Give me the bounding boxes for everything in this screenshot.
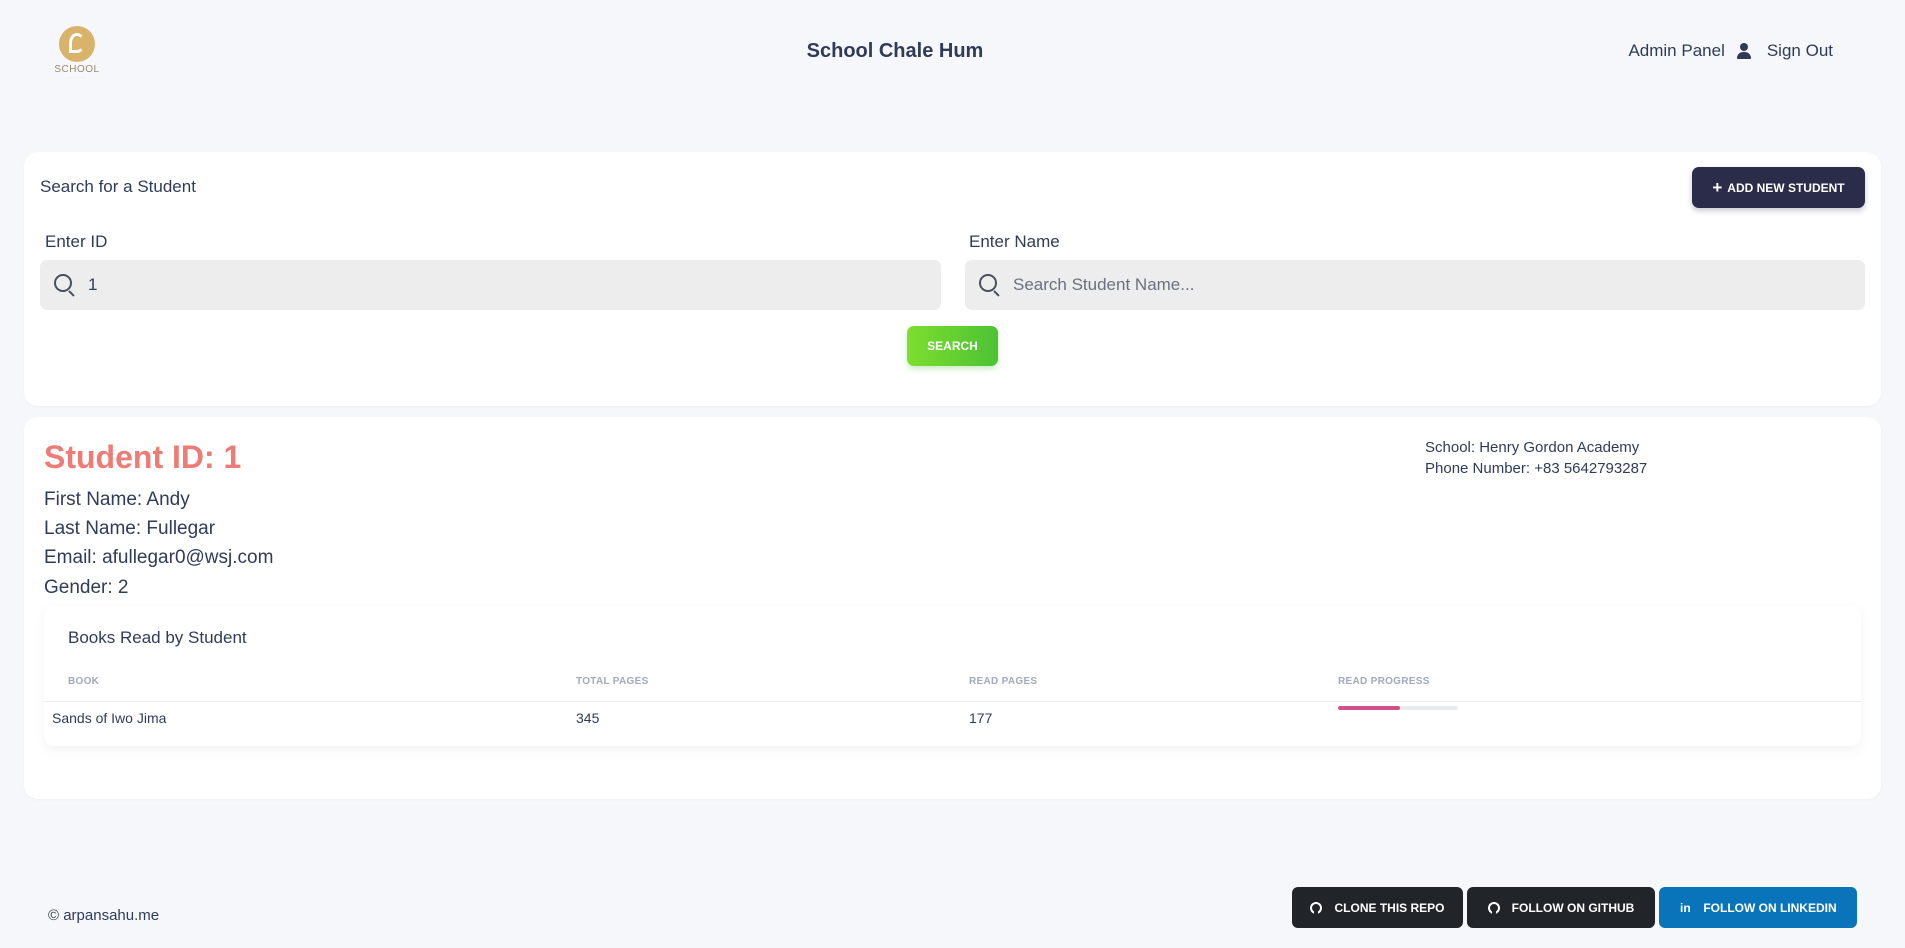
student-id-heading: Student ID: 1 <box>44 439 242 475</box>
id-field-label: Enter ID <box>45 232 108 251</box>
search-icon <box>54 274 76 297</box>
search-card: Search for a Student + ADD NEW STUDENT E… <box>24 152 1881 406</box>
id-input[interactable] <box>88 275 809 295</box>
admin-panel-link[interactable]: Admin Panel <box>1628 41 1724 61</box>
copyright-text: © arpansahu.me <box>48 907 160 924</box>
student-last-name: Last Name: Fullegar <box>44 518 216 539</box>
top-navbar: SCHOOL ········ School Chale Hum Admin P… <box>0 0 1905 100</box>
user-menu: Admin Panel Sign Out <box>1628 41 1833 61</box>
column-header-read-pages: READ PAGES <box>969 676 1038 687</box>
cell-read-pages: 177 <box>969 710 993 726</box>
column-header-total-pages: TOTAL PAGES <box>576 676 649 687</box>
table-divider <box>44 701 1861 702</box>
column-header-read-progress: READ PROGRESS <box>1338 676 1430 687</box>
name-input[interactable] <box>1013 275 1733 295</box>
student-first-name: First Name: Andy <box>44 489 190 510</box>
follow-github-label: FOLLOW ON GITHUB <box>1511 900 1635 915</box>
plus-icon: + <box>1712 178 1723 197</box>
read-progress-bar <box>1338 706 1458 710</box>
cell-book: Sands of Iwo Jima <box>52 710 167 726</box>
logo-text: SCHOOL <box>54 64 100 75</box>
clone-repo-button[interactable]: CLONE THIS REPO <box>1292 887 1463 928</box>
books-read-table: Books Read by Student BOOK TOTAL PAGES R… <box>44 606 1861 746</box>
app-title: School Chale Hum <box>806 40 984 62</box>
github-icon <box>1487 901 1500 914</box>
id-field[interactable] <box>40 260 941 310</box>
follow-linkedin-label: FOLLOW ON LINKEDIN <box>1703 900 1837 915</box>
name-field[interactable] <box>965 260 1865 310</box>
search-icon <box>979 274 1001 297</box>
student-school: School: Henry Gordon Academy <box>1425 439 1640 456</box>
books-table-title: Books Read by Student <box>68 628 247 647</box>
student-email: Email: afullegar0@wsj.com <box>44 547 274 568</box>
search-button[interactable]: SEARCH <box>907 326 998 366</box>
github-icon <box>1310 901 1323 914</box>
user-icon <box>1736 43 1751 59</box>
follow-linkedin-button[interactable]: in FOLLOW ON LINKEDIN <box>1659 887 1857 928</box>
search-card-title: Search for a Student <box>40 177 196 196</box>
cell-total-pages: 345 <box>576 710 600 726</box>
linkedin-icon: in <box>1679 900 1691 915</box>
school-info: School: Henry Gordon Academy Phone Numbe… <box>1425 437 1647 479</box>
sign-out-link[interactable]: Sign Out <box>1767 41 1833 61</box>
add-new-student-button[interactable]: + ADD NEW STUDENT <box>1692 167 1865 208</box>
student-gender: Gender: 2 <box>44 577 129 598</box>
add-new-student-label: ADD NEW STUDENT <box>1727 180 1845 195</box>
logo-tagline-mark: ········ <box>67 75 87 80</box>
column-header-book: BOOK <box>68 676 100 687</box>
student-phone: Phone Number: +83 5642793287 <box>1425 460 1648 477</box>
name-field-label: Enter Name <box>969 232 1060 251</box>
student-details-card: Student ID: 1 First Name: Andy Last Name… <box>24 417 1881 799</box>
follow-github-button[interactable]: FOLLOW ON GITHUB <box>1467 887 1655 928</box>
read-progress-fill <box>1338 706 1400 710</box>
clone-repo-label: CLONE THIS REPO <box>1334 900 1445 915</box>
